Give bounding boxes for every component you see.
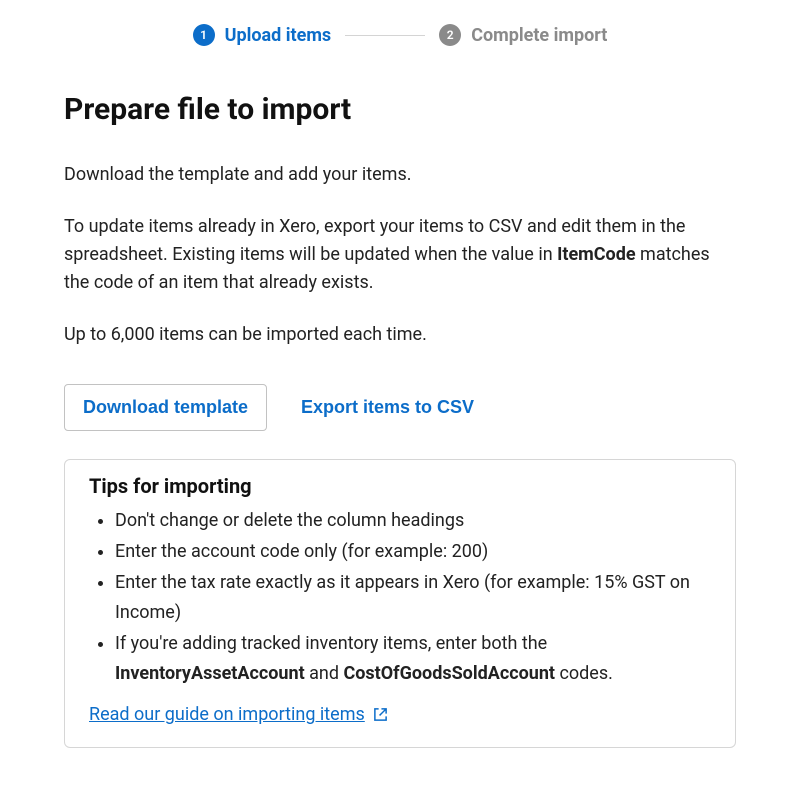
tip-item: If you're adding tracked inventory items… <box>115 629 715 690</box>
cogs-label: CostOfGoodsSoldAccount <box>343 663 555 684</box>
step-2-label: Complete import <box>471 25 607 46</box>
tips-box: Tips for importing Don't change or delet… <box>64 459 736 748</box>
step-1-circle: 1 <box>193 24 215 46</box>
step-1-label: Upload items <box>225 25 332 46</box>
inventory-asset-label: InventoryAssetAccount <box>115 663 305 684</box>
intro-text-2: To update items already in Xero, export … <box>64 213 736 297</box>
itemcode-label: ItemCode <box>557 244 635 265</box>
step-connector <box>345 35 425 36</box>
page-title: Prepare file to import <box>64 92 736 127</box>
step-2-circle: 2 <box>439 24 461 46</box>
download-template-button[interactable]: Download template <box>64 384 267 431</box>
tip-4b: codes. <box>555 663 613 684</box>
tip-item: Enter the tax rate exactly as it appears… <box>115 568 715 629</box>
step-upload-items[interactable]: 1 Upload items <box>193 24 332 46</box>
export-items-button[interactable]: Export items to CSV <box>301 397 474 418</box>
tip-item: Don't change or delete the column headin… <box>115 506 715 537</box>
guide-link[interactable]: Read our guide on importing items <box>89 704 388 725</box>
stepper: 1 Upload items 2 Complete import <box>64 24 736 46</box>
intro-text-3: Up to 6,000 items can be imported each t… <box>64 321 736 349</box>
guide-link-text: Read our guide on importing items <box>89 704 365 725</box>
intro-text-1: Download the template and add your items… <box>64 161 736 189</box>
tips-title: Tips for importing <box>89 474 715 498</box>
tip-4a: If you're adding tracked inventory items… <box>115 633 547 654</box>
tip-4mid: and <box>305 663 344 684</box>
button-row: Download template Export items to CSV <box>64 384 736 431</box>
step-complete-import: 2 Complete import <box>439 24 607 46</box>
tip-item: Enter the account code only (for example… <box>115 537 715 568</box>
external-link-icon <box>373 707 388 722</box>
tips-list: Don't change or delete the column headin… <box>95 506 715 690</box>
